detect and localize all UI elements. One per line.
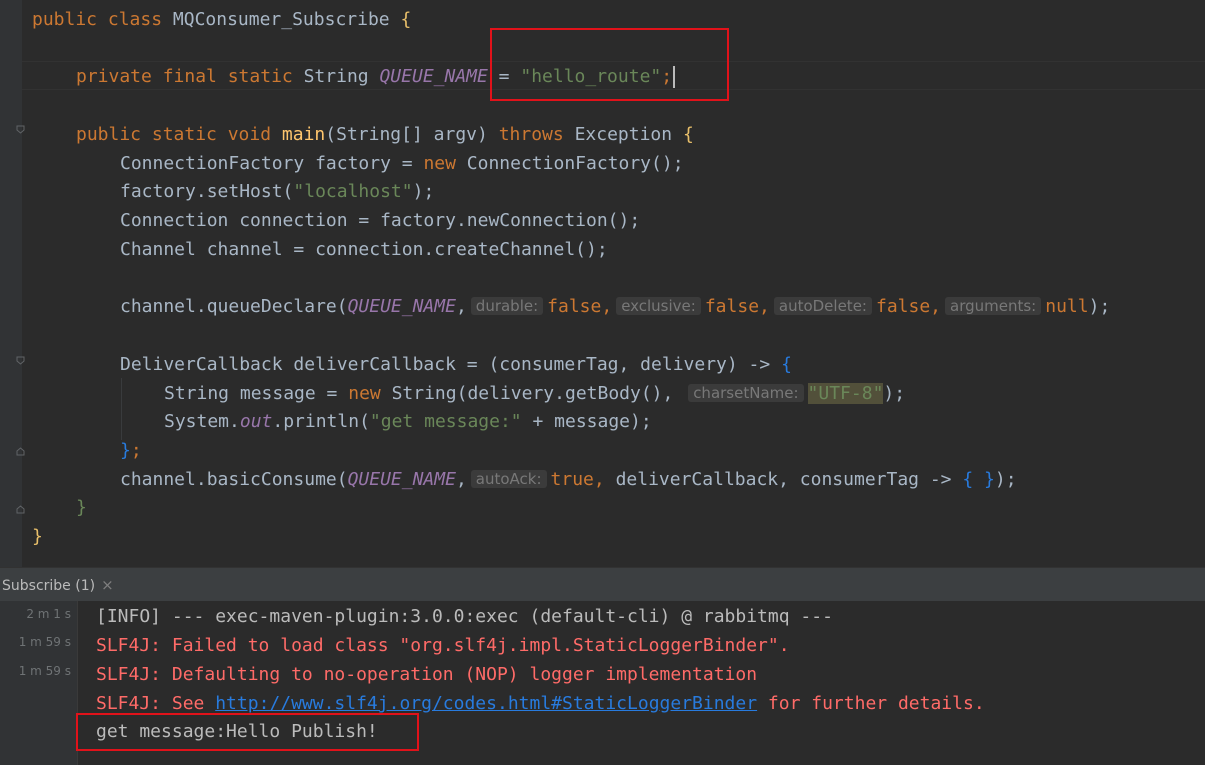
console-line-error: SLF4J: Failed to load class "org.slf4j.i… xyxy=(96,635,790,656)
code-line-callback-close[interactable]: }; xyxy=(120,436,142,465)
code-text: channel.queueDeclare( xyxy=(120,296,348,317)
code-text: ); xyxy=(883,383,906,404)
keyword: private final static xyxy=(76,66,293,87)
param-hint: autoDelete: xyxy=(773,297,872,315)
code-text: factory.setHost( xyxy=(120,181,294,202)
field-name: QUEUE_NAME xyxy=(347,296,456,317)
code-line-channel[interactable]: Channel channel = connection.createChann… xyxy=(120,235,608,264)
field-name: QUEUE_NAME xyxy=(379,66,488,87)
param-hint: durable: xyxy=(470,297,544,315)
exception-type: Exception xyxy=(574,124,673,145)
keyword: public static void xyxy=(76,124,272,145)
method-name: main xyxy=(281,124,326,145)
semicolon: ; xyxy=(130,440,142,461)
type: String xyxy=(303,66,369,87)
string-literal: "get message:" xyxy=(369,411,522,432)
code-line-main-close[interactable]: } xyxy=(76,493,87,522)
console-line-info: [INFO] --- exec-maven-plugin:3.0.0:exec … xyxy=(96,606,833,627)
elapsed-time: 2 m 1 s xyxy=(26,607,71,621)
param-hint: autoAck: xyxy=(470,470,547,488)
code-editor[interactable]: public class MQConsumer_Subscribe { priv… xyxy=(0,0,1205,567)
code-text: + message); xyxy=(521,411,652,432)
string-literal: "UTF-8" xyxy=(807,383,884,404)
run-console[interactable]: 2 m 1 s 1 m 59 s 1 m 59 s [INFO] --- exe… xyxy=(0,601,1205,765)
code-line-connection[interactable]: Connection connection = factory.newConne… xyxy=(120,206,640,235)
code-line-queue-declare[interactable]: channel.queueDeclare(QUEUE_NAME, durable:… xyxy=(120,292,1110,321)
code-line-callback-decl[interactable]: DeliverCallback deliverCallback = (consu… xyxy=(120,350,792,379)
code-text: String(delivery.getBody(), xyxy=(380,383,685,404)
lambda-args: (consumerTag, delivery) xyxy=(488,354,738,375)
editor-gutter xyxy=(0,0,25,567)
lambda-brace: } xyxy=(120,440,131,461)
annotation-highlight-box xyxy=(490,28,729,101)
lambda-body: { } xyxy=(962,469,995,490)
keyword: new xyxy=(423,153,456,174)
tab-subscribe[interactable]: Subscribe (1) × xyxy=(0,568,114,602)
code-line-message[interactable]: String message = new String(delivery.get… xyxy=(164,379,905,408)
lambda-brace: { xyxy=(781,354,792,375)
keyword: public class xyxy=(32,9,163,30)
code-line-class-decl[interactable]: public class MQConsumer_Subscribe { xyxy=(32,5,411,34)
param-hint: arguments: xyxy=(945,297,1042,315)
code-text: ); xyxy=(1088,296,1111,317)
close-icon[interactable]: × xyxy=(101,576,114,594)
code-text: deliverCallback, consumerTag -> xyxy=(604,469,963,490)
fold-icon[interactable] xyxy=(16,505,25,514)
console-line-error: SLF4J: Defaulting to no-operation (NOP) … xyxy=(96,664,758,685)
code-line-main-decl[interactable]: public static void main(String[] argv) t… xyxy=(76,120,694,149)
code-text: ); xyxy=(412,181,435,202)
code-line-class-close[interactable]: } xyxy=(32,522,43,551)
code-line-println[interactable]: System.out.println("get message:" + mess… xyxy=(164,407,652,436)
console-text: for further details. xyxy=(757,693,985,714)
annotation-highlight-box xyxy=(76,713,419,751)
console-text: SLF4J: See xyxy=(96,693,216,714)
param-hint: charsetName: xyxy=(688,384,804,402)
tab-label: Subscribe (1) xyxy=(2,578,96,594)
code-text: String message = xyxy=(164,383,349,404)
literal: false, xyxy=(875,296,942,317)
params: (String[] argv) xyxy=(325,124,488,145)
code-text: DeliverCallback deliverCallback = xyxy=(120,354,489,375)
keyword: new xyxy=(348,383,381,404)
code-text: .println( xyxy=(272,411,370,432)
elapsed-time: 1 m 59 s xyxy=(18,664,71,678)
code-line-set-host[interactable]: factory.setHost("localhost"); xyxy=(120,177,434,206)
literal: false, xyxy=(704,296,770,317)
console-time-gutter: 2 m 1 s 1 m 59 s 1 m 59 s xyxy=(0,601,78,765)
arrow: -> xyxy=(737,354,782,375)
indent-guide xyxy=(121,378,122,440)
console-link[interactable]: http://www.slf4j.org/codes.html#StaticLo… xyxy=(215,693,757,714)
literal: null xyxy=(1045,296,1089,317)
param-hint: exclusive: xyxy=(616,297,701,315)
field-name: QUEUE_NAME xyxy=(347,469,456,490)
brace: { xyxy=(682,124,694,145)
literal: false, xyxy=(547,296,613,317)
field-name: out xyxy=(239,411,273,432)
elapsed-time: 1 m 59 s xyxy=(18,635,71,649)
fold-icon[interactable] xyxy=(16,125,25,134)
literal: true, xyxy=(550,469,605,490)
code-text: ); xyxy=(994,469,1017,490)
string-literal: "localhost" xyxy=(293,181,413,202)
fold-icon[interactable] xyxy=(16,356,25,365)
code-text: channel.basicConsume( xyxy=(120,469,348,490)
class-name: MQConsumer_Subscribe xyxy=(172,9,390,30)
code-line-factory[interactable]: ConnectionFactory factory = new Connecti… xyxy=(120,149,684,178)
code-text: ConnectionFactory factory = xyxy=(120,153,424,174)
keyword: throws xyxy=(498,124,564,145)
code-text: ConnectionFactory(); xyxy=(455,153,684,174)
brace: { xyxy=(400,9,412,30)
fold-icon[interactable] xyxy=(16,447,25,456)
run-tool-window-header: Subscribe (1) × xyxy=(0,567,1205,601)
code-text: System. xyxy=(164,411,240,432)
code-line-basic-consume[interactable]: channel.basicConsume(QUEUE_NAME, autoAck:… xyxy=(120,465,1017,494)
